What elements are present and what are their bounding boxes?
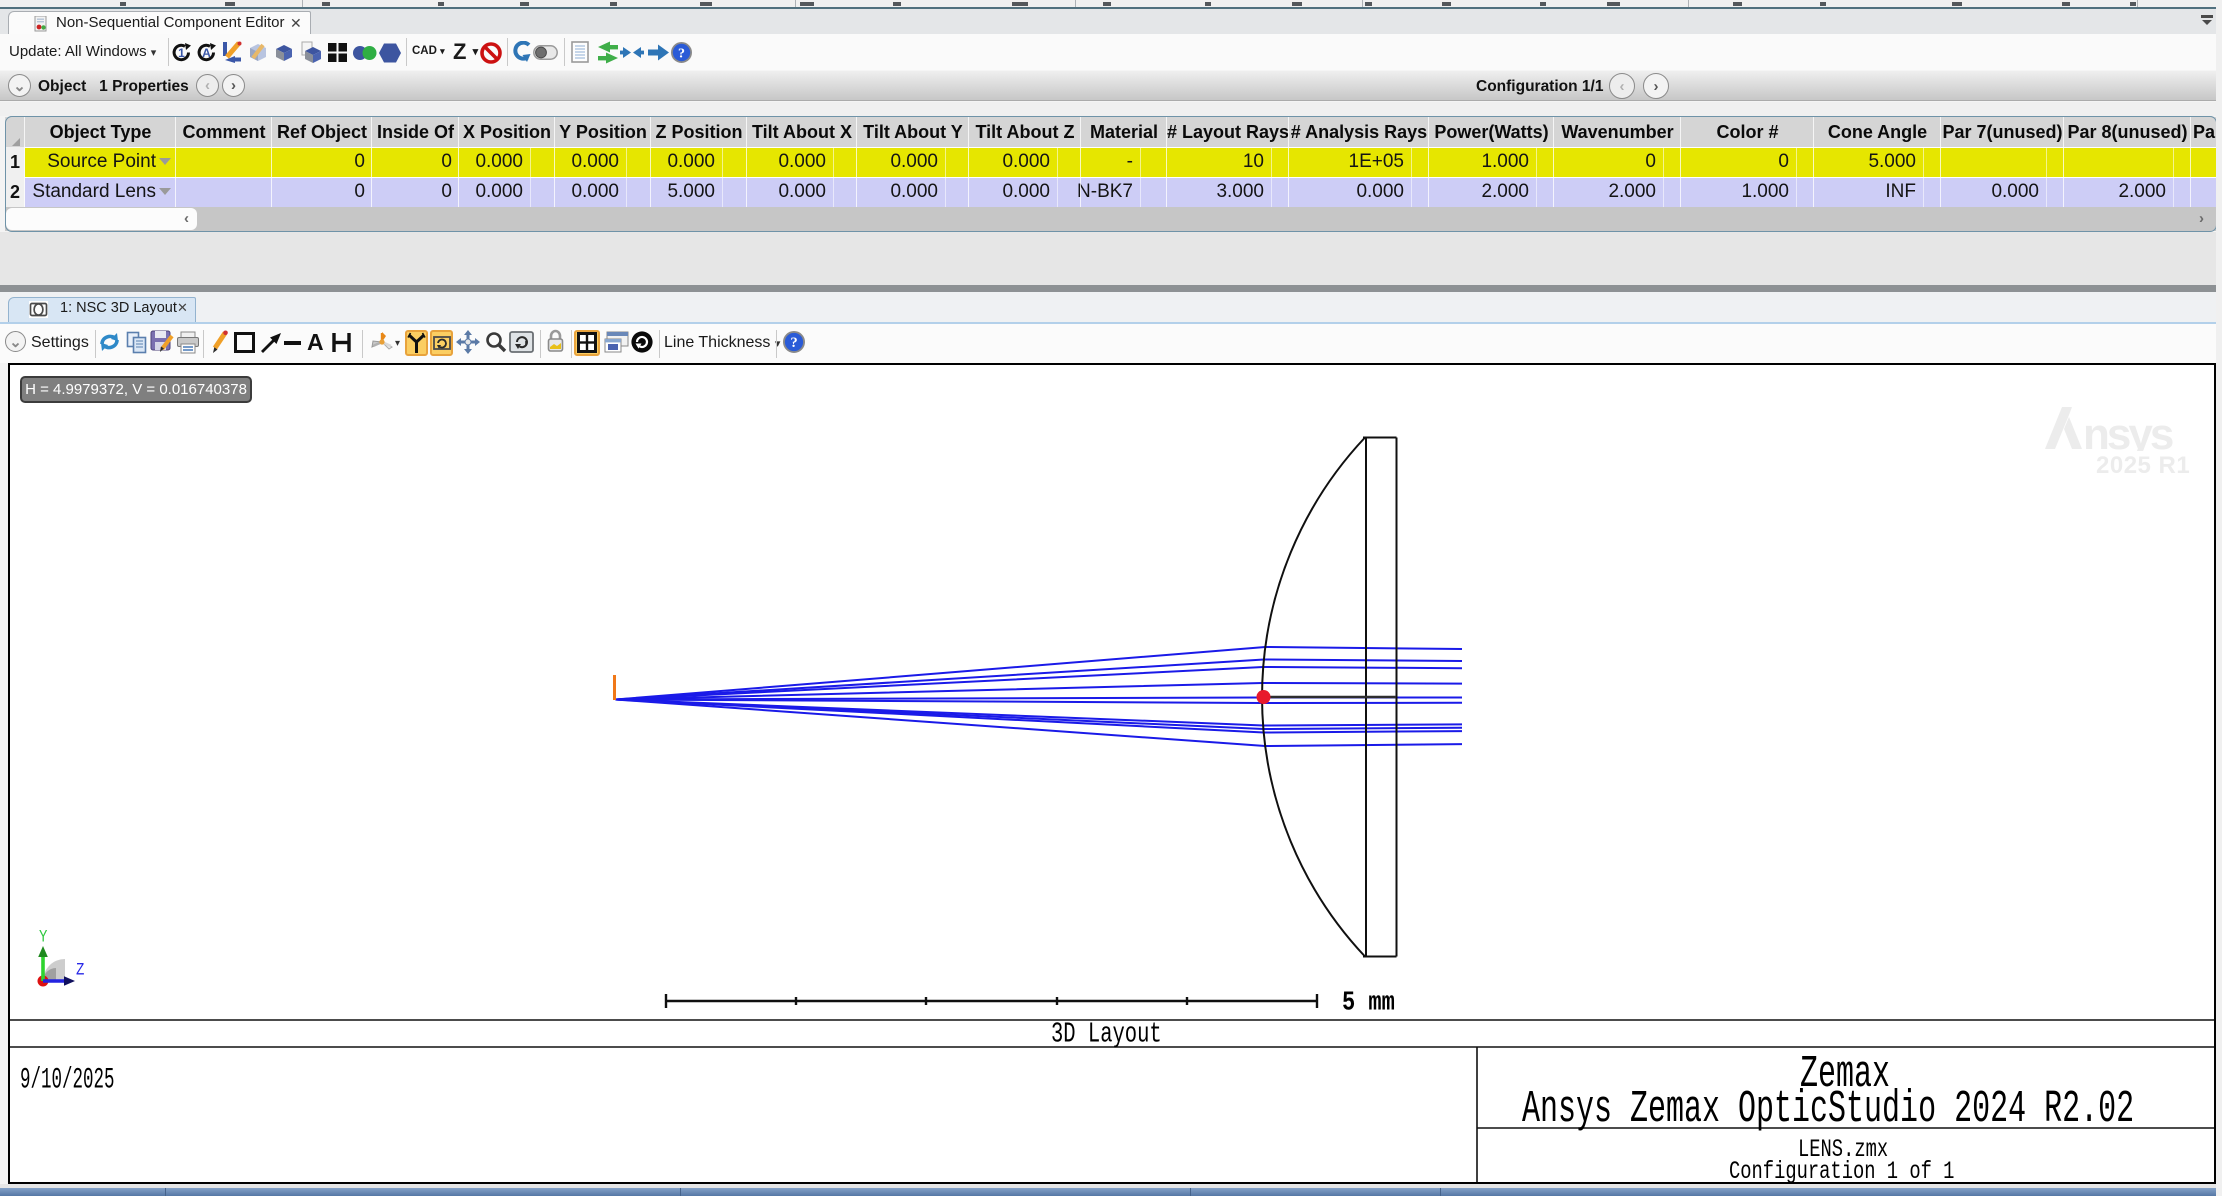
svg-text:?: ? — [790, 335, 797, 351]
